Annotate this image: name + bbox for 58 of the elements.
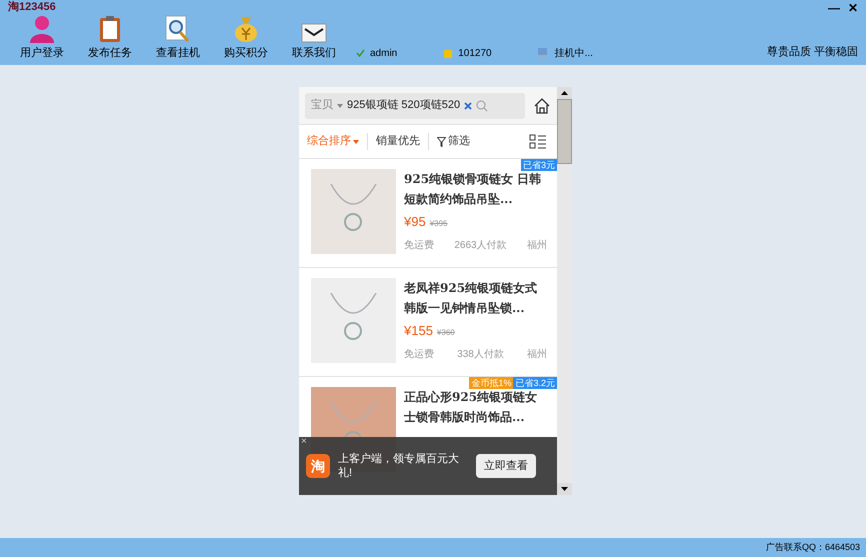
shipping-text: 免运费 — [404, 348, 434, 362]
product-card[interactable]: 已省3元 925纯银锁骨项链女 日韩短款简约饰品吊坠... ¥95 ¥395 免运费 2663人付款 福州 — [299, 159, 557, 268]
app-logo: 淘 — [306, 454, 330, 478]
discount-tag: 已省3.2元 — [513, 377, 557, 389]
product-card[interactable]: 老凤祥925纯银项链女式韩版一见钟情吊坠锁... ¥155 ¥360 免运费 338人付款 福州 — [299, 268, 557, 377]
caret-icon — [337, 104, 343, 108]
location-text: 福州 — [527, 238, 547, 252]
scroll-up-button[interactable] — [557, 87, 572, 99]
banner-text: 上客户端，领专属百元大礼! — [338, 452, 460, 480]
magnifier-icon — [165, 15, 191, 43]
envelope-icon — [301, 23, 327, 43]
scroll-thumb[interactable] — [557, 99, 572, 164]
minimize-button[interactable]: — — [828, 2, 840, 14]
toolbar-button[interactable]: 发布任务 — [76, 15, 144, 62]
original-price: ¥360 — [436, 327, 455, 339]
clear-icon[interactable] — [464, 102, 472, 110]
shipping-text: 免运费 — [404, 238, 434, 252]
scroll-down-button[interactable] — [557, 483, 572, 495]
banner-close-button[interactable]: × — [301, 437, 307, 447]
money-bag-icon — [233, 15, 259, 43]
coin-stack-icon — [443, 48, 454, 58]
product-price: ¥95 — [404, 213, 426, 231]
toolbar-button[interactable]: 查看挂机 — [144, 15, 212, 62]
status-text: 101270 — [458, 46, 492, 60]
check-icon — [356, 49, 365, 57]
product-title: 正品心形925纯银项链女士锁骨韩版时尚饰品... — [404, 389, 538, 426]
search-value: 925银项链 520项链520 — [347, 98, 460, 114]
filter-icon — [437, 136, 446, 146]
list-view-icon[interactable] — [529, 134, 547, 150]
caret-icon — [353, 140, 359, 144]
original-price: ¥395 — [430, 218, 448, 230]
home-icon[interactable] — [533, 96, 551, 114]
discount-tag: 金币抵1% — [469, 377, 514, 389]
clipboard-icon — [99, 15, 121, 43]
sales-count: 2663人付款 — [454, 238, 507, 252]
slogan-text: 尊贵品质 平衡稳固 — [766, 44, 858, 60]
sales-count: 338人付款 — [457, 348, 504, 362]
toolbar-button[interactable]: 用户登录 — [8, 15, 76, 62]
toolbar-button[interactable]: 联系我们 — [280, 15, 348, 62]
person-icon — [29, 15, 55, 43]
location-text: 福州 — [527, 348, 547, 362]
down-arrow-icon — [561, 487, 568, 491]
view-now-button[interactable]: 立即查看 — [476, 454, 536, 478]
up-arrow-icon — [561, 91, 568, 95]
sort-tab[interactable]: 销量优先 — [367, 133, 428, 150]
sort-tab[interactable]: 筛选 — [428, 133, 478, 150]
search-field[interactable]: 宝贝 925银项链 520项链520 — [305, 92, 525, 118]
close-button[interactable]: ✕ — [848, 2, 858, 14]
toolbar-button[interactable]: 购买积分 — [212, 15, 280, 62]
discount-tag: 已省3元 — [520, 159, 557, 171]
status-text: admin — [370, 46, 398, 60]
window-title: 淘123456 — [8, 0, 56, 16]
computer-icon — [538, 48, 550, 58]
product-title: 925纯银锁骨项链女 日韩短款简约饰品吊坠... — [404, 171, 542, 208]
ad-contact-text: 广告联系QQ：6464503 — [766, 540, 860, 554]
product-title: 老凤祥925纯银项链女式韩版一见钟情吊坠锁... — [404, 280, 538, 317]
status-text: 挂机中... — [554, 46, 593, 60]
product-price: ¥155 — [404, 322, 433, 340]
